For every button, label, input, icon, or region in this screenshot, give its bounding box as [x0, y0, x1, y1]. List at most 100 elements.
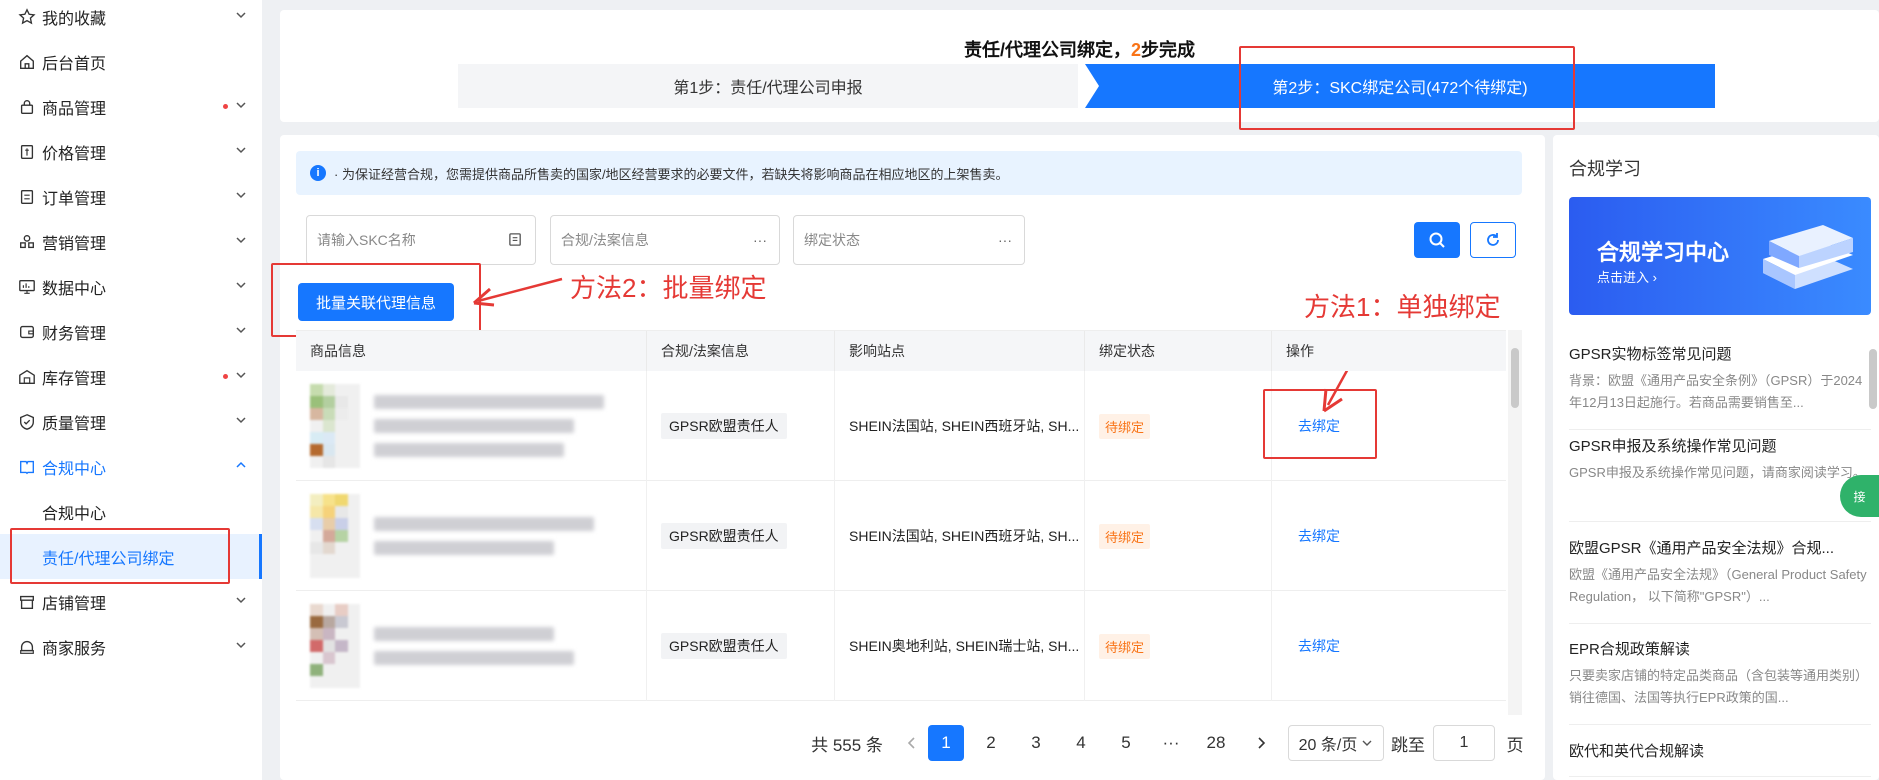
step-1[interactable]: 第1步：责任/代理公司申报: [458, 64, 1078, 108]
scrollbar-thumb[interactable]: [1511, 348, 1519, 408]
article-desc: GPSR申报及系统操作常见问题，请商家阅读学习。: [1569, 465, 1866, 480]
next-page-icon[interactable]: [1243, 725, 1279, 761]
skc-search-field[interactable]: [306, 215, 536, 265]
chevron-up-icon: [236, 461, 246, 468]
header-product: 商品信息: [296, 331, 647, 371]
product-thumbnail: [310, 494, 360, 578]
chevron-down-icon: [236, 192, 246, 199]
sidebar-item-quality[interactable]: 质量管理: [0, 399, 262, 444]
sidebar-item-merchant-service[interactable]: 商家服务: [0, 624, 262, 669]
sidebar-item-finance[interactable]: 财务管理: [0, 309, 262, 354]
status-cell: 待绑定: [1085, 371, 1272, 481]
search-button[interactable]: [1414, 222, 1460, 258]
sidebar-item-label: 营销管理: [42, 235, 107, 253]
compliance-tag: GPSR欧盟责任人: [661, 633, 787, 659]
bind-link[interactable]: 去绑定: [1298, 636, 1340, 656]
compliance-cell: GPSR欧盟责任人: [647, 591, 835, 701]
annotation-highlight-step2: [1239, 46, 1575, 130]
header-status: 绑定状态: [1085, 331, 1272, 371]
prev-page-icon[interactable]: [894, 725, 930, 761]
main-panel: i · 为保证经营合规，您需提供商品所售卖的国家/地区经营要求的必要文件，若缺失…: [271, 135, 1545, 780]
sidebar-item-marketing[interactable]: 营销管理: [0, 219, 262, 264]
product-text-blurred: [374, 517, 594, 555]
compliance-select[interactable]: 合规/法案信息 ···: [550, 215, 780, 265]
chevron-down-icon: [236, 147, 246, 154]
sidebar-item-store[interactable]: 店铺管理: [0, 579, 262, 624]
annotation-method1: 方法1：单独绑定: [1304, 292, 1501, 322]
product-thumbnail: [310, 384, 360, 468]
refresh-button[interactable]: [1470, 222, 1516, 258]
product-text-blurred: [374, 627, 574, 665]
article-item[interactable]: GPSR申报及系统操作常见问题 GPSR申报及系统操作常见问题，请商家阅读学习。: [1569, 435, 1871, 522]
article-item[interactable]: GPSR实物标签常见问题 背景：欧盟《通用产品安全条例》（GPSR）于2024年…: [1569, 343, 1871, 430]
search-icon: [1429, 232, 1445, 248]
sidebar-item-label: 质量管理: [42, 415, 107, 433]
status-badge: 待绑定: [1099, 413, 1151, 439]
sidebar-item-favorites[interactable]: 我的收藏: [0, 0, 262, 39]
sidebar-item-data-center[interactable]: 数据中心: [0, 264, 262, 309]
sidebar-item-label: 商品管理: [42, 100, 107, 118]
skc-table: 商品信息 合规/法案信息 影响站点 绑定状态 操作 GPSR欧盟责任人 SHEI…: [296, 330, 1506, 715]
binding-status-select[interactable]: 绑定状态 ···: [793, 215, 1025, 265]
panel-scrollbar-thumb[interactable]: [1869, 349, 1877, 409]
refresh-icon: [1487, 233, 1499, 246]
article-item[interactable]: 欧盟GPSR《通用产品安全法规》合规... 欧盟《通用产品安全法规》（Gener…: [1569, 537, 1871, 624]
pagination: 共 555 条 1 2 3 4 5 ··· 28 20 条/页 跳至 1 页: [280, 725, 1545, 765]
product-text-blurred: [374, 395, 604, 457]
article-item[interactable]: EPR合规政策解读 只要卖家店铺的特定品类商品（含包装等通用类别）销往德国、法国…: [1569, 638, 1871, 725]
sidebar-item-label: 数据中心: [42, 280, 107, 298]
header-action: 操作: [1286, 343, 1314, 359]
page-5[interactable]: 5: [1108, 725, 1144, 761]
article-title: 欧代和英代合规解读: [1569, 743, 1705, 760]
table-row: GPSR欧盟责任人 SHEIN法国站, SHEIN西班牙站, SH... 待绑定…: [296, 481, 1506, 591]
article-title: GPSR申报及系统操作常见问题: [1569, 438, 1777, 455]
order-list-icon: [16, 186, 38, 208]
learning-center-banner[interactable]: 合规学习中心 点击进入 ›: [1569, 197, 1871, 315]
product-cell: [296, 481, 647, 591]
annotation-highlight-batch: [271, 263, 481, 337]
status-badge: 待绑定: [1099, 633, 1151, 659]
chevron-down-icon: [236, 642, 246, 649]
annotation-arrow-left: [473, 277, 563, 307]
paste-icon[interactable]: [508, 232, 523, 250]
sidebar-item-pricing[interactable]: 价格管理: [0, 129, 262, 174]
notification-dot: [223, 104, 228, 109]
sidebar-item-inventory[interactable]: 库存管理: [0, 354, 262, 399]
annotation-method2: 方法2：批量绑定: [570, 273, 767, 303]
status-cell: 待绑定: [1085, 591, 1272, 701]
skc-search-input[interactable]: [317, 232, 497, 248]
page-3[interactable]: 3: [1018, 725, 1054, 761]
step-1-label: 第1步：责任/代理公司申报: [673, 80, 863, 97]
page-1[interactable]: 1: [928, 725, 964, 761]
chevron-down-icon: [1362, 740, 1372, 746]
bind-link[interactable]: 去绑定: [1298, 526, 1340, 546]
sidebar-item-compliance[interactable]: 合规中心: [0, 444, 262, 489]
compliance-tag: GPSR欧盟责任人: [661, 413, 787, 439]
store-icon: [16, 591, 38, 613]
books-illustration-icon: [1763, 225, 1853, 289]
header-sites: 影响站点: [835, 331, 1085, 371]
sidebar-item-home[interactable]: 后台首页: [0, 39, 262, 84]
banner-title: 合规学习中心: [1597, 240, 1730, 265]
page-4[interactable]: 4: [1063, 725, 1099, 761]
page-28[interactable]: 28: [1198, 725, 1234, 761]
sidebar-item-label: 订单管理: [42, 190, 107, 208]
jump-page-input[interactable]: 1: [1433, 725, 1495, 761]
compliance-placeholder: 合规/法案信息: [561, 232, 649, 248]
chevron-down-icon: [236, 12, 246, 19]
warehouse-icon: [16, 366, 38, 388]
table-scrollbar[interactable]: [1508, 330, 1522, 715]
action-cell: 去绑定: [1272, 481, 1506, 591]
article-item[interactable]: 欧代和英代合规解读: [1569, 740, 1871, 777]
annotation-highlight-sidebar: [10, 528, 230, 584]
header-compliance: 合规/法案信息: [647, 331, 835, 371]
page-ellipsis[interactable]: ···: [1153, 725, 1189, 761]
table-header: 商品信息 合规/法案信息 影响站点 绑定状态 操作: [296, 331, 1506, 371]
page-size-select[interactable]: 20 条/页: [1288, 725, 1384, 761]
sidebar-item-orders[interactable]: 订单管理: [0, 174, 262, 219]
chevron-down-icon: [236, 417, 246, 424]
step-title: 责任/代理公司绑定，2步完成: [963, 40, 1196, 60]
sidebar-item-products[interactable]: 商品管理: [0, 84, 262, 129]
floating-assist-tab[interactable]: 接: [1840, 475, 1879, 517]
page-2[interactable]: 2: [973, 725, 1009, 761]
